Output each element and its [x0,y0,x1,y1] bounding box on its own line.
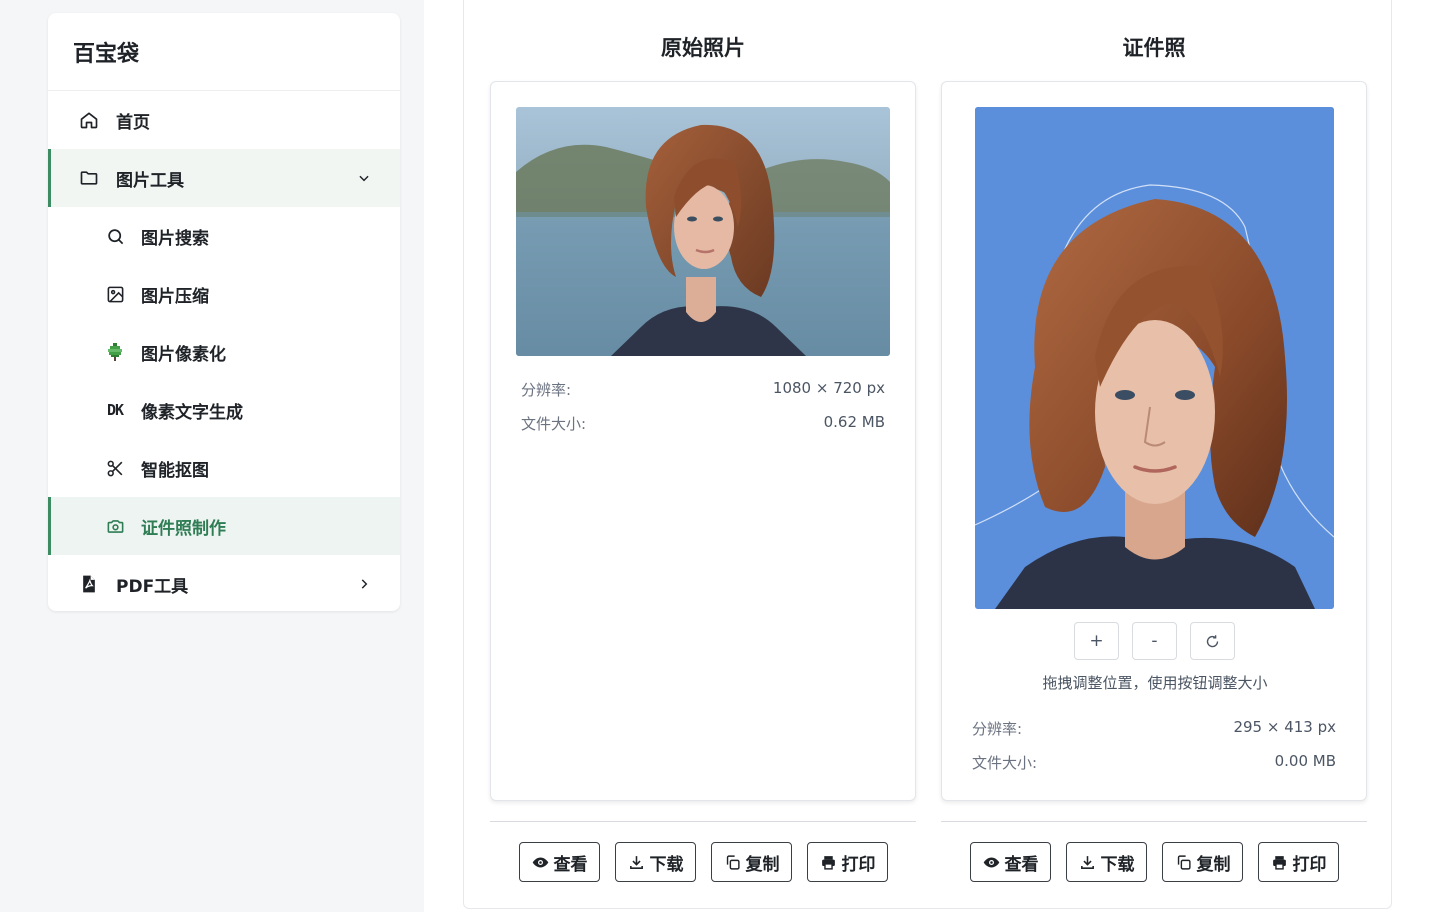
download-icon [1080,855,1094,869]
resolution-label: 分辨率: [972,720,1023,738]
printer-icon [821,855,835,870]
sidebar-item-label: 图片工具 [116,170,184,191]
resolution-label: 分辨率: [521,381,572,399]
size-label: 文件大小: [972,754,1038,772]
printer-icon [1272,855,1286,870]
sidebar-item-image-search[interactable]: 图片搜索 [48,207,400,265]
print-label: 打印 [1292,854,1327,875]
original-photo-card: 分辨率: 1080 × 720 px 文件大小: 0.62 MB [490,81,916,801]
view-label: 查看 [1004,854,1039,875]
sidebar-item-label: 首页 [116,112,150,133]
sidebar-item-image-compress[interactable]: 图片压缩 [48,265,400,323]
eye-icon [532,857,548,867]
id-divider [941,821,1367,822]
original-size-row: 文件大小: 0.62 MB [521,413,885,434]
resolution-value: 1080 × 720 px [772,379,885,397]
download-button[interactable]: 下载 [1066,842,1147,882]
pixel-tree-icon [104,341,126,363]
original-photo[interactable] [516,107,890,356]
resolution-value: 295 × 413 px [1233,718,1336,736]
download-button[interactable]: 下载 [615,842,696,882]
id-photo-canvas[interactable] [975,107,1334,609]
copy-button[interactable]: 复制 [1162,842,1243,882]
download-label: 下载 [1100,854,1135,875]
camera-icon [104,515,126,537]
view-button[interactable]: 查看 [970,842,1051,882]
print-button[interactable]: 打印 [1258,842,1339,882]
id-resolution-row: 分辨率: 295 × 413 px [972,718,1336,739]
sidebar-item-label: 证件照制作 [141,518,226,539]
reset-icon [1206,634,1219,647]
size-value: 0.62 MB [823,413,885,431]
drag-hint: 拖拽调整位置，使用按钮调整大小 [1042,674,1268,692]
app-brand: 百宝袋 [48,13,400,91]
sidebar-item-smart-cutout[interactable]: 智能抠图 [48,439,400,497]
sidebar-item-label: 像素文字生成 [141,402,243,423]
zoom-in-button[interactable]: + [1074,622,1119,660]
copy-label: 复制 [1196,854,1231,875]
download-icon [629,855,643,869]
sidebar-item-label: 图片搜索 [141,228,209,249]
copy-button[interactable]: 复制 [711,842,792,882]
sidebar-item-id-photo[interactable]: 证件照制作 [48,497,400,555]
original-resolution-row: 分辨率: 1080 × 720 px [521,379,885,400]
id-photo-title: 证件照 [1122,36,1186,60]
copy-icon [726,854,740,870]
print-button[interactable]: 打印 [807,842,888,882]
print-label: 打印 [841,854,876,875]
id-photo-card: + - 拖拽调整位置，使用按钮调整大小 分辨率: 295 × 413 px 文件… [941,81,1367,801]
sidebar-item-image-pixelate[interactable]: 图片像素化 [48,323,400,381]
image-icon [104,283,126,305]
pixel-text-icon: DK [106,401,124,419]
sidebar-item-image-tools[interactable]: 图片工具 [48,149,400,207]
reset-button[interactable] [1190,622,1235,660]
view-button[interactable]: 查看 [519,842,600,882]
sidebar-item-label: 图片压缩 [141,286,209,307]
copy-label: 复制 [745,854,780,875]
size-value: 0.00 MB [1274,752,1336,770]
copy-icon [1177,854,1191,870]
view-label: 查看 [553,854,588,875]
id-photo-actions: 查看 下载 复制 打印 [970,842,1339,882]
id-size-row: 文件大小: 0.00 MB [972,752,1336,773]
folder-icon [78,167,100,189]
download-label: 下载 [649,854,684,875]
search-icon [104,225,126,247]
original-actions: 查看 下载 复制 打印 [519,842,888,882]
sidebar: 百宝袋 首页 图片工具 图片搜索 图片压缩 图片像素化 DK 像素文字生成 智能… [48,13,400,611]
original-photo-title: 原始照片 [661,36,745,60]
eye-icon [983,857,999,867]
sidebar-item-label: 图片像素化 [141,344,226,365]
zoom-out-button[interactable]: - [1132,622,1177,660]
sidebar-item-label: PDF工具 [116,576,189,597]
size-label: 文件大小: [521,415,587,433]
chevron-down-icon [356,170,372,186]
id-photo-workspace: 原始照片 分辨率: 1080 × 720 px 文件大小: 0.62 MB 查看… [463,0,1392,909]
sidebar-item-pixel-text[interactable]: DK 像素文字生成 [48,381,400,439]
home-icon [78,109,100,131]
sidebar-item-label: 智能抠图 [141,460,209,481]
chevron-right-icon [356,576,372,592]
sidebar-item-pdf-tools[interactable]: PDF工具 [48,555,400,611]
original-divider [490,821,916,822]
sidebar-item-home[interactable]: 首页 [48,91,400,149]
scissors-icon [104,457,126,479]
pdf-file-icon [78,573,100,595]
